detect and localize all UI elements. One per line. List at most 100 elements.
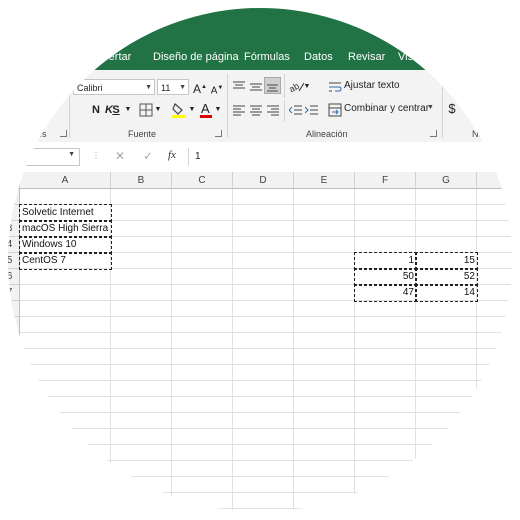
alignment-group-label: Alineación bbox=[306, 129, 348, 139]
ribbon: eles Calibri ▼ 11 ▼ A▲ A▼ N K S ▼ ▼ ▼ A bbox=[0, 70, 520, 143]
column-header-c[interactable]: C bbox=[172, 172, 233, 189]
fill-color-icon[interactable] bbox=[171, 101, 187, 119]
merge-center-label: Combinar y centrar bbox=[344, 103, 430, 114]
align-right-icon[interactable] bbox=[267, 104, 279, 116]
chevron-down-icon[interactable]: ▼ bbox=[154, 102, 162, 118]
copy-marquee-g7 bbox=[415, 284, 478, 302]
gridline-horizontal bbox=[20, 492, 520, 493]
tab-insertar[interactable]: Insertar bbox=[94, 51, 131, 63]
gridline-horizontal bbox=[20, 428, 520, 429]
align-left-icon[interactable] bbox=[233, 104, 245, 116]
gridline-horizontal bbox=[20, 460, 520, 461]
alignment-launcher-icon[interactable] bbox=[430, 130, 437, 137]
select-all-corner[interactable] bbox=[0, 172, 20, 189]
tab-datos[interactable]: Datos bbox=[304, 51, 333, 63]
increase-font-size-icon[interactable]: A▲ bbox=[193, 79, 207, 97]
tab-formulas[interactable]: Fórmulas bbox=[244, 51, 290, 63]
increase-indent-icon[interactable] bbox=[305, 104, 318, 116]
gridline-horizontal bbox=[20, 364, 520, 365]
row-header-empty[interactable] bbox=[0, 349, 20, 365]
row-header-1[interactable]: 1 bbox=[0, 189, 20, 205]
gridline-horizontal bbox=[20, 412, 520, 413]
name-box[interactable]: ▼ bbox=[0, 148, 80, 166]
row-header-empty[interactable] bbox=[0, 413, 20, 429]
gridline-vertical bbox=[232, 189, 233, 520]
column-header-b[interactable]: B bbox=[111, 172, 172, 189]
row-header-empty[interactable] bbox=[0, 301, 20, 317]
separator bbox=[284, 100, 285, 122]
column-header-a[interactable]: A bbox=[20, 172, 111, 189]
group-separator bbox=[227, 74, 228, 138]
row-header-empty[interactable] bbox=[0, 461, 20, 477]
row-header-empty[interactable] bbox=[0, 445, 20, 461]
separator bbox=[284, 74, 285, 98]
tab-vista[interactable]: Vista bbox=[398, 51, 422, 63]
wrap-text-label: Ajustar texto bbox=[344, 80, 400, 91]
insert-function-icon[interactable]: fx bbox=[168, 149, 176, 161]
align-top-icon[interactable] bbox=[233, 80, 245, 92]
borders-icon[interactable] bbox=[139, 103, 153, 117]
column-header-g[interactable]: G bbox=[416, 172, 477, 189]
enter-check-icon[interactable]: ✓ bbox=[143, 149, 153, 163]
row-header-empty[interactable] bbox=[0, 429, 20, 445]
underline-button[interactable]: S bbox=[108, 102, 124, 118]
decrease-font-size-icon[interactable]: A▼ bbox=[210, 80, 224, 99]
svg-text:ab: ab bbox=[289, 81, 301, 93]
column-header-h[interactable] bbox=[477, 172, 520, 189]
chevron-down-icon[interactable]: ▼ bbox=[303, 79, 311, 95]
font-size-dropdown[interactable]: 11 ▼ bbox=[157, 79, 189, 95]
row-header-5[interactable]: 5 bbox=[0, 253, 20, 269]
column-header-d[interactable]: D bbox=[233, 172, 294, 189]
formula-bar: ▼ ⋮ ✕ ✓ fx 1 bbox=[0, 142, 520, 173]
font-name-dropdown[interactable]: Calibri ▼ bbox=[73, 79, 155, 95]
gridline-horizontal bbox=[20, 476, 520, 477]
row-header-2[interactable]: 2 bbox=[0, 205, 20, 221]
clipboard-launcher-icon[interactable] bbox=[60, 130, 67, 137]
formula-bar-grip-icon: ⋮ bbox=[92, 151, 100, 160]
font-group-label: Fuente bbox=[128, 129, 157, 139]
chevron-down-icon: ▼ bbox=[427, 104, 434, 111]
row-header-empty[interactable] bbox=[0, 365, 20, 381]
align-middle-icon[interactable] bbox=[250, 80, 262, 92]
gridline-vertical bbox=[354, 189, 355, 520]
chevron-down-icon[interactable]: ▼ bbox=[214, 102, 222, 118]
decrease-indent-icon[interactable] bbox=[289, 104, 302, 116]
gridline-vertical bbox=[293, 189, 294, 520]
formula-input[interactable]: 1 bbox=[188, 148, 520, 166]
currency-format-button[interactable]: $ bbox=[446, 101, 458, 117]
chevron-down-icon[interactable]: ▼ bbox=[124, 102, 132, 118]
row-header-6[interactable]: 6 bbox=[0, 269, 20, 285]
row-header-empty[interactable] bbox=[0, 317, 20, 333]
row-header-empty[interactable] bbox=[0, 477, 20, 493]
tab-revisar[interactable]: Revisar bbox=[348, 51, 385, 63]
font-color-icon[interactable]: A bbox=[199, 101, 213, 119]
wrap-text-icon bbox=[329, 82, 342, 92]
chevron-down-icon: ▼ bbox=[145, 84, 152, 91]
row-header-3[interactable]: 3 bbox=[0, 221, 20, 237]
column-header-e[interactable]: E bbox=[294, 172, 355, 189]
row-header-4[interactable]: 4 bbox=[0, 237, 20, 253]
tab-diseno-pagina[interactable]: Diseño de página bbox=[153, 51, 239, 63]
row-header-empty[interactable] bbox=[0, 509, 20, 520]
row-header-empty[interactable] bbox=[0, 333, 20, 349]
row-header-empty[interactable] bbox=[0, 381, 20, 397]
chevron-down-icon[interactable]: ▼ bbox=[188, 102, 196, 118]
worksheet-grid[interactable]: A B C D E F G 1 2 3 4 5 6 7 Solvetic Int… bbox=[0, 172, 520, 520]
clipboard-group-label: eles bbox=[30, 129, 47, 139]
row-header-7[interactable]: 7 bbox=[0, 285, 20, 301]
merge-center-button[interactable]: Combinar y centrar ▼ bbox=[326, 101, 438, 119]
number-group-label: Nú bbox=[472, 129, 484, 139]
align-bottom-button[interactable] bbox=[264, 77, 281, 94]
gridline-horizontal bbox=[20, 508, 520, 509]
column-header-f[interactable]: F bbox=[355, 172, 416, 189]
svg-text:A: A bbox=[201, 101, 210, 116]
row-header-empty[interactable] bbox=[0, 397, 20, 413]
ribbon-tab-bar: Insertar Diseño de página Fórmulas Datos… bbox=[0, 0, 520, 70]
cancel-icon[interactable]: ✕ bbox=[115, 149, 125, 163]
gridline-vertical bbox=[476, 189, 477, 520]
row-header-empty[interactable] bbox=[0, 493, 20, 509]
wrap-text-button[interactable]: Ajustar texto bbox=[326, 78, 401, 96]
font-launcher-icon[interactable] bbox=[215, 130, 222, 137]
align-center-icon[interactable] bbox=[250, 104, 262, 116]
bold-button[interactable]: N bbox=[90, 102, 102, 118]
